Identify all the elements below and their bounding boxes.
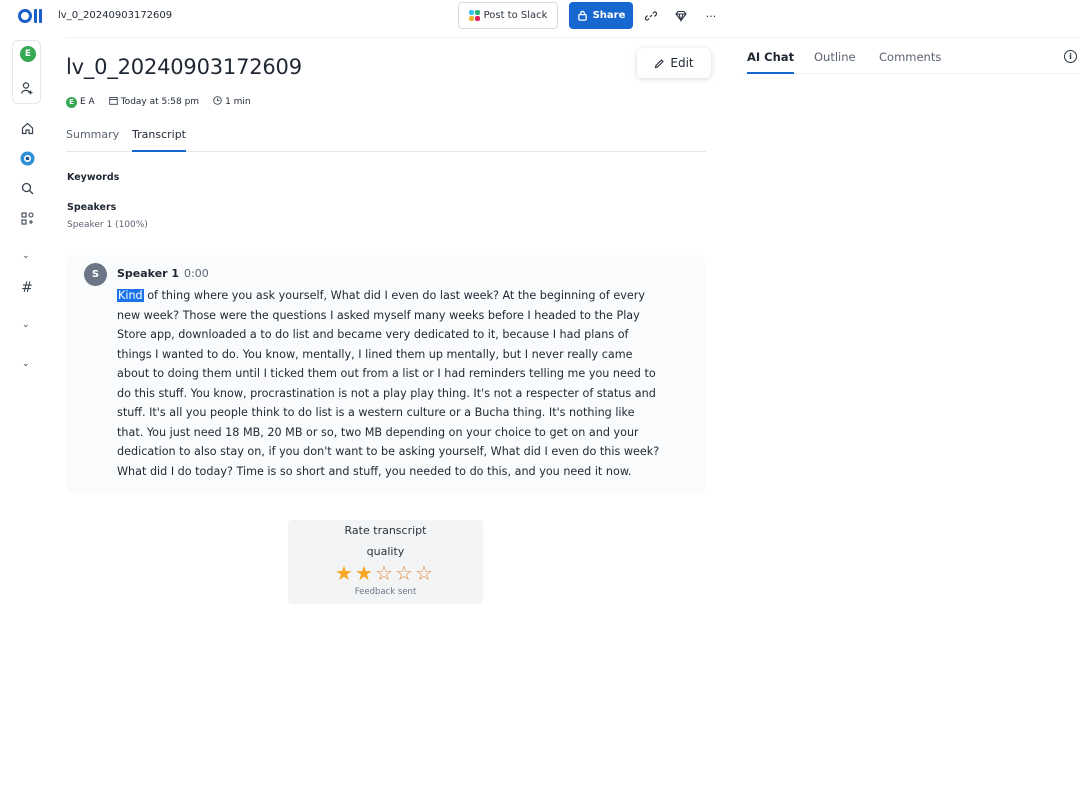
edit-button[interactable]: Edit (637, 48, 711, 78)
meeting-duration: 1 min (225, 97, 251, 107)
right-panel-tabs: AI Chat Outline Comments (742, 50, 1080, 74)
rating-subtitle: quality (366, 545, 405, 558)
clock-icon (213, 96, 222, 108)
transcript-line[interactable]: things I wanted to do. You know, mentall… (117, 348, 633, 361)
slack-icon (468, 10, 480, 21)
hashtag-icon[interactable]: # (18, 279, 36, 297)
keywords-label: Keywords (67, 172, 120, 183)
info-icon[interactable]: i (1064, 50, 1077, 63)
meta-row: E E A Today at 5:58 pm 1 min (66, 96, 251, 108)
owner-avatar: E (66, 96, 77, 108)
speaker-name[interactable]: Speaker 1 (117, 267, 179, 280)
tab-summary[interactable]: Summary (66, 128, 119, 152)
tab-comments[interactable]: Comments (879, 50, 941, 74)
speakers-label: Speakers (67, 202, 117, 213)
transcript-line[interactable]: stuff. It's all you people think to do l… (117, 406, 635, 419)
more-icon[interactable]: ··· (703, 8, 719, 24)
lock-icon (577, 10, 587, 21)
transcript-line[interactable]: about to doing them until I ticked them … (117, 367, 656, 380)
star-rating[interactable]: ★ ★ ☆ ☆ ☆ (334, 563, 434, 583)
calendar-icon (108, 96, 118, 108)
star-icon[interactable]: ★ (354, 563, 374, 583)
transcript-line[interactable]: that. You just need 18 MB, 20 MB or so, … (117, 426, 639, 439)
transcript-line[interactable]: new week? Those were the questions I ask… (117, 309, 640, 322)
otter-logo[interactable] (18, 8, 42, 24)
star-icon[interactable]: ☆ (374, 563, 394, 583)
meeting-date: Today at 5:58 pm (120, 97, 200, 107)
share-label: Share (592, 10, 626, 21)
tab-ai-chat[interactable]: AI Chat (747, 50, 795, 74)
pencil-icon (655, 58, 665, 68)
transcript-line[interactable]: Kind of thing where you ask yourself, Wh… (117, 289, 645, 302)
apps-icon[interactable] (18, 209, 36, 227)
content-tabs: Summary Transcript (66, 128, 706, 152)
page-title: lv_0_20240903172609 (66, 55, 302, 79)
feedback-status: Feedback sent (354, 587, 417, 597)
rating-title: Rate transcript (344, 524, 427, 537)
star-icon[interactable]: ☆ (394, 563, 414, 583)
top-bar: lv_0_20240903172609 Post to Slack Share … (0, 0, 1080, 32)
document-name: lv_0_20240903172609 (58, 10, 173, 21)
owner-name: E A (80, 97, 95, 107)
tab-transcript[interactable]: Transcript (132, 128, 186, 152)
transcript-line[interactable]: dedication to also stay on, if you don't… (117, 445, 659, 458)
speaker-avatar: S (84, 263, 107, 286)
transcript-line[interactable]: What did I do today? Time is so short an… (117, 465, 632, 478)
chevron-down-icon[interactable]: ⌄ (22, 359, 30, 369)
speaker-timestamp[interactable]: 0:00 (184, 267, 209, 280)
edit-label: Edit (670, 56, 694, 70)
link-icon[interactable] (643, 8, 659, 24)
speaker-stat[interactable]: Speaker 1 (100%) (67, 220, 148, 230)
post-to-slack-button[interactable]: Post to Slack (458, 2, 558, 29)
divider (66, 37, 1080, 38)
home-icon[interactable] (18, 119, 36, 137)
search-icon[interactable] (18, 179, 36, 197)
avatar[interactable]: E (20, 46, 36, 62)
add-user-icon[interactable] (18, 79, 36, 97)
highlighted-word[interactable]: Kind (117, 289, 144, 302)
transcript-line[interactable]: Store app, downloaded a to do list and b… (117, 328, 629, 341)
star-icon[interactable]: ☆ (414, 563, 434, 583)
tab-outline[interactable]: Outline (814, 50, 856, 74)
gem-icon[interactable] (673, 8, 689, 24)
transcript-line[interactable]: do this stuff. You know, procrastination… (117, 387, 656, 400)
chevron-down-icon[interactable]: ⌄ (22, 251, 30, 261)
otter-circle-icon[interactable] (18, 149, 36, 167)
post-to-slack-label: Post to Slack (483, 10, 548, 21)
chevron-down-icon[interactable]: ⌄ (22, 320, 30, 330)
share-button[interactable]: Share (569, 2, 633, 29)
star-icon[interactable]: ★ (334, 563, 354, 583)
